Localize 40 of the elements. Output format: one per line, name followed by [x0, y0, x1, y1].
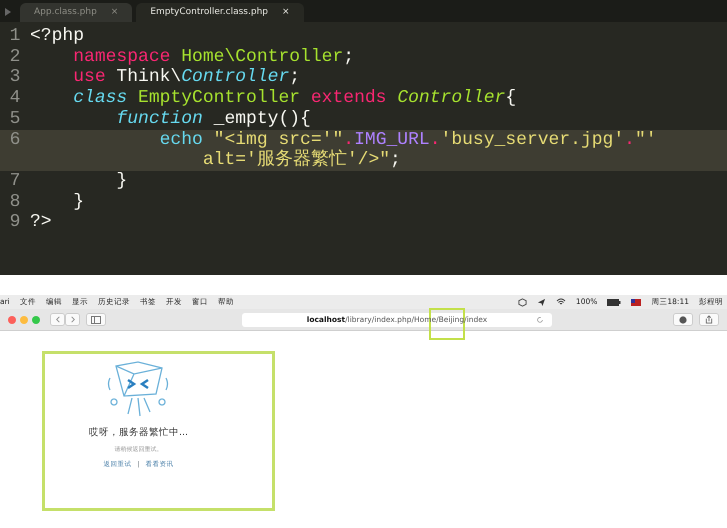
code-line: class EmptyController extends Controller{ [72, 88, 516, 109]
sidebar-toggle-icon[interactable] [4, 7, 12, 17]
forward-icon [68, 315, 76, 324]
back-icon [54, 315, 62, 324]
line-number: 5 [8, 108, 22, 130]
tab-label: EmptyController.class.php [150, 6, 268, 19]
code-line: } [72, 192, 86, 212]
line-number: 7 [8, 170, 22, 192]
download-button[interactable] [673, 313, 693, 326]
wifi-icon[interactable] [556, 298, 566, 306]
code-line: ?> [30, 212, 53, 234]
line-number: 1 [8, 26, 22, 47]
flag-icon[interactable] [631, 298, 642, 306]
editor-tab[interactable]: App.class.php × [20, 3, 132, 22]
close-icon[interactable]: × [282, 6, 290, 20]
code-line: function _empty(){ [115, 108, 311, 130]
nav-button[interactable] [65, 313, 80, 326]
busy-server-drawing [107, 361, 168, 417]
tab-label: App.class.php [34, 6, 97, 19]
line-number: 9 [8, 212, 22, 234]
line-number: 6 [8, 130, 22, 152]
editor-tab[interactable]: EmptyController.class.php × [136, 3, 304, 22]
sidebar-button[interactable] [86, 313, 106, 326]
reload-icon[interactable] [536, 316, 544, 324]
share-button[interactable] [699, 313, 719, 326]
code-line: } [115, 170, 128, 192]
close-icon[interactable]: × [110, 6, 118, 20]
line-number: 4 [8, 88, 22, 109]
line-number: 2 [8, 46, 22, 68]
code-line: echo "<img src='".IMG_URL.'busy_server.jpg'."' alt='服务器繁忙'/>"; [158, 130, 658, 171]
line-number: 8 [8, 192, 22, 212]
nav-button[interactable] [50, 313, 65, 326]
code-line: namespace Home\Controller; [72, 46, 356, 68]
code-line: use Think\Controller; [72, 67, 302, 88]
code-line: <?php [30, 26, 86, 47]
line-number: 3 [8, 67, 22, 88]
battery-icon[interactable] [607, 298, 622, 306]
error-title: 哎呀，服务器繁忙中... [88, 426, 188, 440]
share-icon [705, 315, 713, 324]
sidebar-icon [91, 316, 101, 324]
